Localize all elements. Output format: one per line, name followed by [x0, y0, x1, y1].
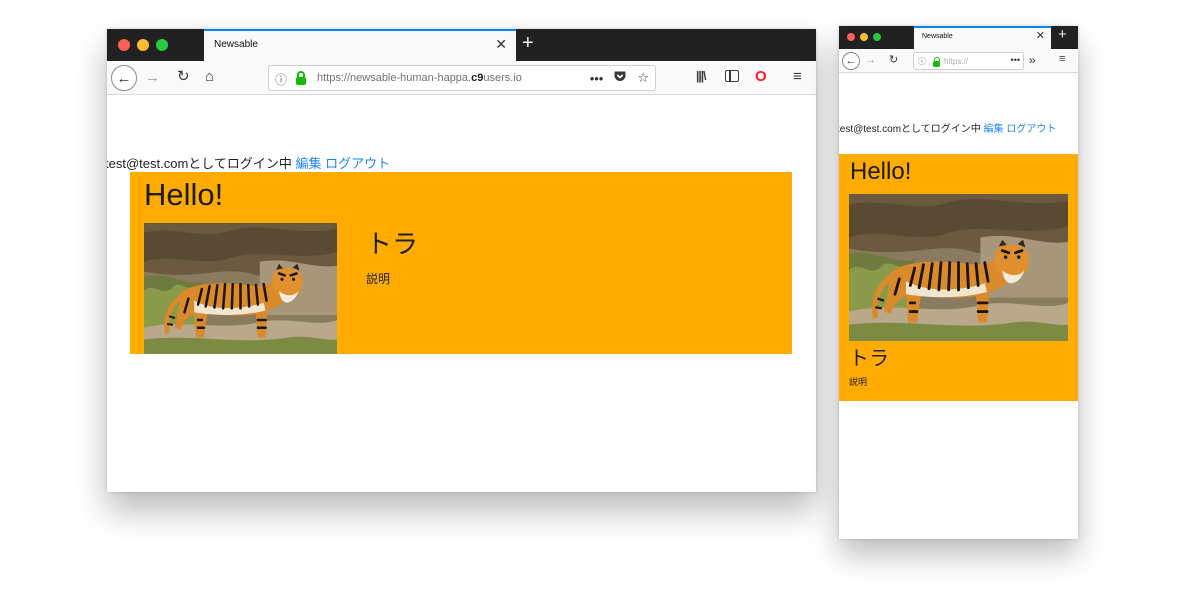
desktop-browser-window: Newsable ✕ + ← → ↻ ⌂ ⓘ https://newsable-…: [107, 29, 816, 492]
forward-arrow-icon[interactable]: →: [865, 55, 876, 66]
minimize-window-button[interactable]: [137, 39, 149, 51]
lock-icon: [296, 71, 306, 85]
item-title: トラ: [366, 229, 419, 259]
navigation-toolbar: ← → ↻ ⌂ ⓘ https://newsable-human-happa.c…: [107, 61, 816, 95]
hamburger-menu-icon[interactable]: ≡: [1059, 54, 1065, 65]
url-bar[interactable]: ⓘ https:// •••: [913, 52, 1024, 70]
tab-bar: Newsable ✕ +: [107, 29, 816, 61]
star-icon[interactable]: ☆: [637, 70, 649, 86]
edit-link[interactable]: 編集: [296, 156, 322, 171]
close-window-button[interactable]: [118, 39, 130, 51]
minimize-window-button[interactable]: [860, 33, 868, 41]
library-icon[interactable]: |||\: [696, 70, 706, 82]
close-icon[interactable]: ✕: [1036, 31, 1045, 42]
url-actions: •••: [1011, 55, 1020, 65]
info-icon[interactable]: ⓘ: [275, 71, 287, 88]
maximize-window-button[interactable]: [156, 39, 168, 51]
login-text: test@test.comとしてログイン中: [107, 156, 292, 171]
url-actions: ••• ☆: [590, 70, 649, 86]
navigation-toolbar: ← → ↻ ⓘ https:// ••• » ≡: [839, 49, 1078, 73]
url-bar[interactable]: ⓘ https://newsable-human-happa.c9users.i…: [268, 65, 656, 91]
login-text: test@test.comとしてログイン中: [839, 124, 981, 135]
back-arrow-icon[interactable]: ←: [111, 65, 137, 91]
page-heading: Hello!: [850, 158, 912, 185]
item-description: 説明: [366, 272, 391, 286]
back-arrow-icon[interactable]: ←: [842, 52, 860, 70]
url-text[interactable]: https://: [944, 57, 974, 66]
close-icon[interactable]: ✕: [495, 37, 507, 51]
sidebar-icon[interactable]: [725, 70, 739, 82]
new-tab-icon[interactable]: +: [522, 33, 534, 53]
content-panel: Hello! トラ 説明: [839, 154, 1078, 401]
more-icon[interactable]: •••: [1011, 55, 1020, 65]
new-tab-icon[interactable]: +: [1058, 27, 1067, 42]
home-icon[interactable]: ⌂: [205, 69, 214, 84]
pocket-icon[interactable]: [613, 70, 627, 86]
edit-link[interactable]: 編集: [984, 124, 1004, 135]
reload-icon[interactable]: ↻: [889, 55, 898, 66]
opera-icon[interactable]: O: [755, 69, 767, 84]
tab-newsable[interactable]: Newsable ✕: [914, 26, 1051, 49]
item-title: トラ: [849, 348, 889, 370]
tiger-image: [849, 194, 1068, 341]
forward-arrow-icon[interactable]: →: [145, 70, 160, 85]
reload-icon[interactable]: ↻: [177, 69, 190, 84]
close-window-button[interactable]: [847, 33, 855, 41]
page-viewport: test@test.comとしてログイン中 編集 ログアウト Hello! トラ…: [107, 96, 816, 492]
hamburger-menu-icon[interactable]: ≡: [793, 69, 802, 84]
window-controls: [847, 33, 881, 41]
url-text[interactable]: https://newsable-human-happa.c9users.io: [317, 72, 539, 84]
content-panel: Hello! トラ 説明: [130, 172, 792, 354]
tiger-image: [144, 223, 337, 354]
maximize-window-button[interactable]: [873, 33, 881, 41]
logout-link[interactable]: ログアウト: [1006, 124, 1056, 135]
tab-bar: Newsable ✕ +: [839, 26, 1078, 49]
mobile-browser-window: Newsable ✕ + ← → ↻ ⓘ https:// ••• » ≡ te…: [839, 26, 1078, 539]
more-icon[interactable]: •••: [590, 71, 604, 86]
tab-newsable[interactable]: Newsable ✕: [204, 29, 516, 61]
page-viewport: test@test.comとしてログイン中 編集 ログアウト Hello! トラ…: [839, 74, 1078, 539]
info-icon[interactable]: ⓘ: [918, 56, 926, 67]
lock-icon: [933, 57, 940, 67]
page-heading: Hello!: [144, 177, 224, 212]
overflow-chevron-icon[interactable]: »: [1029, 54, 1036, 66]
item-description: 説明: [849, 377, 868, 387]
login-status: test@test.comとしてログイン中 編集 ログアウト: [107, 153, 390, 172]
window-controls: [118, 39, 168, 51]
tab-title: Newsable: [922, 33, 953, 40]
tab-title: Newsable: [214, 39, 258, 50]
logout-link[interactable]: ログアウト: [325, 156, 390, 171]
login-status: test@test.comとしてログイン中 編集 ログアウト: [839, 122, 1078, 137]
